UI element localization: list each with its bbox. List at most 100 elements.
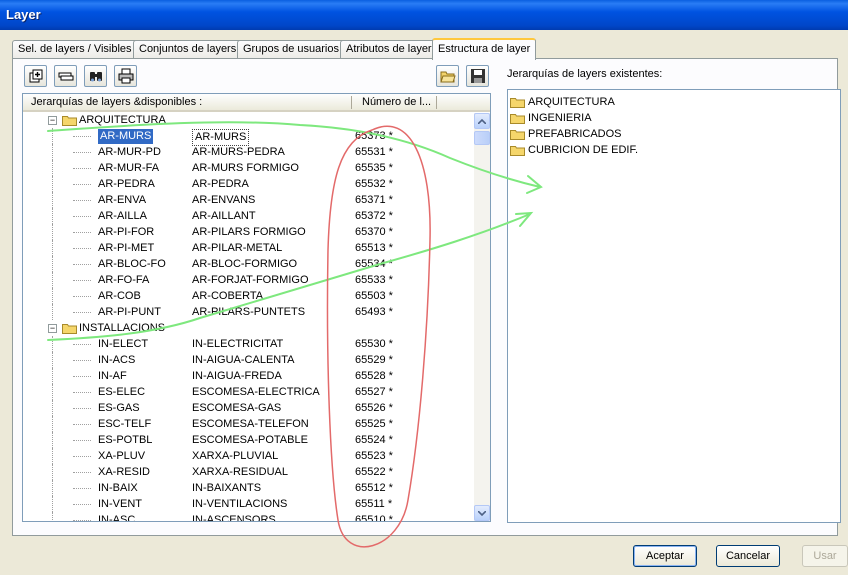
tree-layer-row[interactable]: XA-RESID XARXA-RESIDUAL 65522 * xyxy=(23,464,473,480)
folder-icon xyxy=(510,114,525,124)
tree-connector-dot xyxy=(73,248,91,249)
tree-scrollbar[interactable] xyxy=(474,113,490,521)
layer-name: ESCOMESA-POTABLE xyxy=(192,434,308,446)
tree-connector-line xyxy=(52,448,53,464)
add-level-button[interactable] xyxy=(24,65,47,87)
layer-number: 65533 * xyxy=(355,274,393,286)
tree-layer-row[interactable]: AR-MUR-PD AR-MURS-PEDRA 65531 * xyxy=(23,144,473,160)
find-button[interactable] xyxy=(84,65,107,87)
layer-code: AR-BLOC-FO xyxy=(98,258,166,270)
tree-layer-row[interactable]: ES-GAS ESCOMESA-GAS 65526 * xyxy=(23,400,473,416)
tree-layer-row[interactable]: ES-POTBL ESCOMESA-POTABLE 65524 * xyxy=(23,432,473,448)
layer-name: ESCOMESA-TELEFON xyxy=(192,418,309,430)
tree-layer-row[interactable]: AR-FO-FA AR-FORJAT-FORMIGO 65533 * xyxy=(23,272,473,288)
tree-connector-dot xyxy=(73,200,91,201)
layer-number: 65523 * xyxy=(355,450,393,462)
tree-connector-line xyxy=(52,352,53,368)
layer-number: 65513 * xyxy=(355,242,393,254)
tree-layer-row[interactable]: ESC-TELF ESCOMESA-TELEFON 65525 * xyxy=(23,416,473,432)
tree-layer-row[interactable]: AR-PI-MET AR-PILAR-METAL 65513 * xyxy=(23,240,473,256)
tree-group-label: ARQUITECTURA xyxy=(79,114,166,126)
scroll-down-button[interactable] xyxy=(474,505,490,521)
hierarchy-item-label: INGENIERIA xyxy=(528,112,592,124)
existing-hierarchies-list[interactable]: ARQUITECTURA INGENIERIA PREFABRICADOS CU… xyxy=(507,89,841,523)
tree-rows: − ARQUITECTURA AR-MURS AR-MURS 65373 * AR-MUR… xyxy=(23,112,473,521)
layer-code: IN-BAIX xyxy=(98,482,138,494)
layer-code: XA-RESID xyxy=(98,466,150,478)
layer-code: ES-POTBL xyxy=(98,434,153,446)
window-title-bar: Layer xyxy=(0,0,848,30)
layer-code: AR-PI-MET xyxy=(98,242,155,254)
remove-level-button[interactable] xyxy=(54,65,77,87)
layer-number: 65524 * xyxy=(355,434,393,446)
tab-sel-layers-visibles[interactable]: Sel. de layers / Visibles xyxy=(12,40,138,59)
layer-name: AR-FORJAT-FORMIGO xyxy=(192,274,309,286)
tree-connector-line xyxy=(52,480,53,496)
tree-layer-row[interactable]: IN-ELECT IN-ELECTRICITAT 65530 * xyxy=(23,336,473,352)
scroll-up-button[interactable] xyxy=(474,113,490,129)
save-button[interactable] xyxy=(466,65,489,87)
layer-name: AR-PEDRA xyxy=(192,178,249,190)
tab-grupos-de-usuarios[interactable]: Grupos de usuarios xyxy=(237,40,345,59)
layer-number: 65530 * xyxy=(355,338,393,350)
collapse-toggle[interactable]: − xyxy=(48,116,57,125)
tree-header: Jerarquías de layers &disponibles : Núme… xyxy=(23,94,490,112)
layer-code: AR-MUR-FA xyxy=(98,162,160,174)
layer-name: ESCOMESA-GAS xyxy=(192,402,282,414)
header-layer-number[interactable]: Número de l... xyxy=(356,94,436,111)
tree-group-row[interactable]: − INSTALLACIONS xyxy=(23,320,473,336)
tab-conjuntos-de-layers[interactable]: Conjuntos de layers xyxy=(133,40,243,59)
tree-layer-row[interactable]: AR-COB AR-COBERTA 65503 * xyxy=(23,288,473,304)
tree-layer-row[interactable]: AR-BLOC-FO AR-BLOC-FORMIGO 65534 * xyxy=(23,256,473,272)
tree-layer-row[interactable]: AR-PEDRA AR-PEDRA 65532 * xyxy=(23,176,473,192)
header-hierarchies[interactable]: Jerarquías de layers &disponibles : xyxy=(25,94,351,111)
scroll-thumb[interactable] xyxy=(474,131,490,145)
layer-number: 65527 * xyxy=(355,386,393,398)
layer-name: IN-VENTILACIONS xyxy=(192,498,288,510)
collapse-toggle[interactable]: − xyxy=(48,324,57,333)
folder-icon xyxy=(510,146,525,156)
open-button[interactable] xyxy=(436,65,459,87)
tree-layer-row[interactable]: XA-PLUV XARXA-PLUVIAL 65523 * xyxy=(23,448,473,464)
layer-number: 65503 * xyxy=(355,290,393,302)
layer-code: ES-GAS xyxy=(98,402,140,414)
tree-connector-dot xyxy=(73,472,91,473)
layer-number: 65493 * xyxy=(355,306,393,318)
tree-layer-row[interactable]: IN-BAIX IN-BAIXANTS 65512 * xyxy=(23,480,473,496)
layer-name: AR-AILLANT xyxy=(192,210,256,222)
tree-connector-dot xyxy=(73,440,91,441)
tree-layer-row[interactable]: AR-AILLA AR-AILLANT 65372 * xyxy=(23,208,473,224)
layer-name: IN-BAIXANTS xyxy=(192,482,262,494)
tree-layer-row[interactable]: IN-ACS IN-AIGUA-CALENTA 65529 * xyxy=(23,352,473,368)
tree-connector-line xyxy=(52,128,53,144)
layer-hierarchy-tree[interactable]: Jerarquías de layers &disponibles : Núme… xyxy=(22,93,491,522)
tree-connector-line xyxy=(52,240,53,256)
layer-code: IN-ACS xyxy=(98,354,136,366)
tree-connector-line xyxy=(52,192,53,208)
print-button[interactable] xyxy=(114,65,137,87)
layer-name: AR-ENVANS xyxy=(192,194,256,206)
tree-layer-row[interactable]: AR-MURS AR-MURS 65373 * xyxy=(23,128,473,146)
tree-group-row[interactable]: − ARQUITECTURA xyxy=(23,112,473,128)
cancel-button[interactable]: Cancelar xyxy=(716,545,780,567)
tree-layer-row[interactable]: IN-VENT IN-VENTILACIONS 65511 * xyxy=(23,496,473,512)
layer-name: IN-AIGUA-FREDA xyxy=(192,370,282,382)
apply-button[interactable]: Usar xyxy=(802,545,848,567)
tree-layer-row[interactable]: AR-MUR-FA AR-MURS FORMIGO 65535 * xyxy=(23,160,473,176)
accept-button[interactable]: Aceptar xyxy=(633,545,697,567)
tab-atributos-de-layer[interactable]: Atributos de layer xyxy=(340,40,438,59)
tree-connector-dot xyxy=(73,392,91,393)
tab-estructura-de-layer[interactable]: Estructura de layer xyxy=(432,38,537,60)
open-folder-icon xyxy=(439,71,456,83)
layer-number: 65525 * xyxy=(355,418,393,430)
tree-connector-dot xyxy=(73,504,91,505)
tree-connector-line xyxy=(52,304,53,320)
tree-layer-row[interactable]: AR-ENVA AR-ENVANS 65371 * xyxy=(23,192,473,208)
tree-layer-row[interactable]: AR-PI-PUNT AR-PILARS-PUNTETS 65493 * xyxy=(23,304,473,320)
tree-layer-row[interactable]: ES-ELEC ESCOMESA-ELECTRICA 65527 * xyxy=(23,384,473,400)
tree-connector-dot xyxy=(73,312,91,313)
tree-layer-row[interactable]: IN-AF IN-AIGUA-FREDA 65528 * xyxy=(23,368,473,384)
tree-layer-row[interactable]: IN-ASC IN-ASCENSORS 65510 * xyxy=(23,512,473,521)
tree-layer-row[interactable]: AR-PI-FOR AR-PILARS FORMIGO 65370 * xyxy=(23,224,473,240)
tree-connector-line xyxy=(52,336,53,352)
